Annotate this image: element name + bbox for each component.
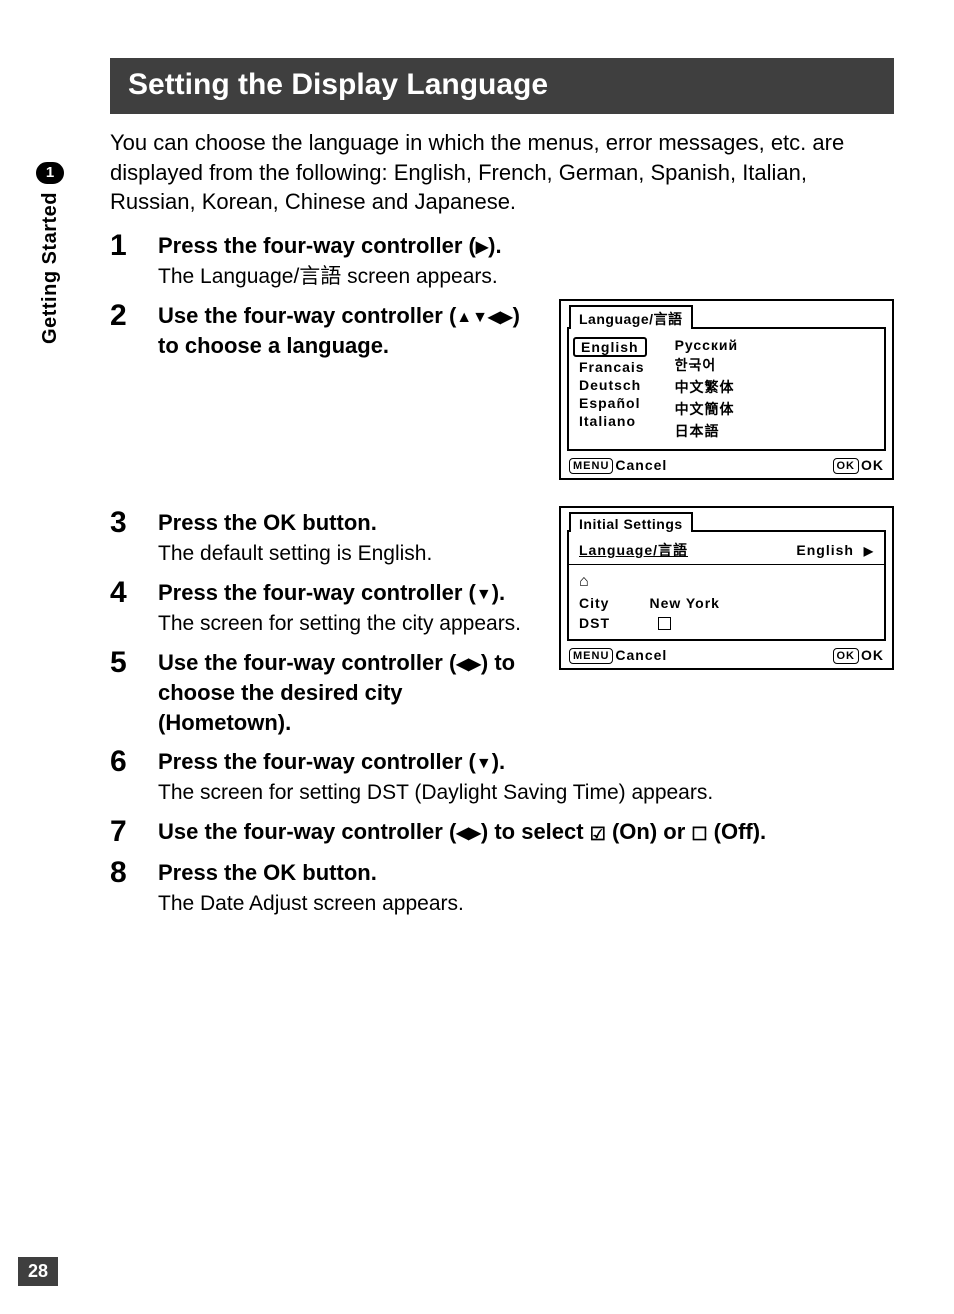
language-option: 中文繁体 (675, 377, 739, 397)
step-number: 8 (110, 856, 158, 889)
city-row-label: City (579, 595, 609, 611)
step-number: 2 (110, 299, 158, 332)
ok-button-icon: OK (833, 648, 860, 664)
language-row-label: Language/言語 (579, 540, 688, 560)
step-3: 3 Press the OK button. The default setti… (110, 506, 541, 568)
language-option-selected: English (573, 337, 647, 357)
left-right-arrows-icon: ◀▶ (456, 825, 481, 842)
step-description: The screen for setting DST (Daylight Sav… (158, 779, 894, 807)
left-right-arrows-icon: ◀▶ (456, 656, 481, 673)
step-heading: Use the four-way controller (◀▶) to choo… (158, 648, 541, 737)
language-option: Francais (579, 359, 647, 375)
section-title: Setting the Display Language (110, 58, 894, 114)
step-5: 5 Use the four-way controller (◀▶) to ch… (110, 646, 541, 737)
step-number: 6 (110, 745, 158, 778)
down-arrow-icon: ▼ (476, 586, 492, 603)
step-heading: Press the four-way controller (▼). (158, 578, 541, 608)
language-screen-figure: Language/言語 English Francais Deutsch Esp… (559, 299, 894, 480)
step-description: The screen for setting the city appears. (158, 610, 541, 638)
dst-checkbox-empty-icon (658, 617, 671, 630)
step-heading: Press the OK button. (158, 508, 541, 538)
ok-ok-label: OKOK (833, 457, 885, 474)
language-row-value: English ▶ (796, 542, 874, 558)
step-number: 7 (110, 815, 158, 848)
down-arrow-icon: ▼ (476, 755, 492, 772)
menu-button-icon: MENU (569, 458, 613, 474)
step-heading: Use the four-way controller (▲▼◀▶) to ch… (158, 301, 541, 360)
figure-title: Language/言語 (569, 305, 693, 329)
language-option: Deutsch (579, 377, 647, 393)
figure-title: Initial Settings (569, 512, 693, 532)
chapter-number-badge: 1 (36, 162, 64, 184)
language-option: Русский (675, 337, 739, 353)
language-option: 한국어 (675, 355, 739, 375)
menu-cancel-label: MENUCancel (569, 457, 667, 474)
step-6: 6 Press the four-way controller (▼). The… (110, 745, 894, 807)
step-number: 1 (110, 229, 158, 262)
ok-button-label: OK (263, 510, 296, 535)
ok-button-icon: OK (833, 458, 860, 474)
language-option: 中文簡体 (675, 399, 739, 419)
step-number: 4 (110, 576, 158, 609)
initial-settings-figure: Initial Settings Language/言語 English ▶ C… (559, 506, 894, 670)
step-heading: Press the four-way controller (▼). (158, 747, 894, 777)
step-heading: Press the four-way controller (▶). (158, 231, 894, 261)
checkbox-off-icon (691, 819, 707, 844)
step-heading: Press the OK button. (158, 858, 894, 888)
chapter-title: Getting Started (39, 192, 62, 344)
language-option: 日本語 (675, 421, 739, 441)
language-option: Italiano (579, 413, 647, 429)
step-number: 5 (110, 646, 158, 679)
chapter-tab: 1 Getting Started (30, 162, 70, 344)
step-1: 1 Press the four-way controller (▶). The… (110, 229, 894, 291)
ok-button-label: OK (263, 860, 296, 885)
dst-row-label: DST (579, 615, 610, 631)
language-option: Español (579, 395, 647, 411)
step-description: The default setting is English. (158, 540, 541, 568)
home-icon (579, 573, 589, 591)
step-4: 4 Press the four-way controller (▼). The… (110, 576, 541, 638)
city-row-value: New York (649, 595, 720, 611)
page-number: 28 (18, 1257, 58, 1286)
ok-ok-label: OKOK (833, 647, 885, 664)
four-way-arrows-icon: ▲▼◀▶ (456, 309, 512, 326)
step-8: 8 Press the OK button. The Date Adjust s… (110, 856, 894, 918)
menu-cancel-label: MENUCancel (569, 647, 667, 664)
right-arrow-icon: ▶ (476, 239, 488, 256)
step-description: The Language/言語 screen appears. (158, 263, 894, 291)
step-heading: Use the four-way controller (◀▶) to sele… (158, 817, 894, 847)
step-2: 2 Use the four-way controller (▲▼◀▶) to … (110, 299, 541, 360)
intro-paragraph: You can choose the language in which the… (110, 128, 894, 217)
step-7: 7 Use the four-way controller (◀▶) to se… (110, 815, 894, 848)
right-triangle-icon: ▶ (864, 544, 874, 558)
checkbox-on-icon (590, 819, 606, 844)
step-description: The Date Adjust screen appears. (158, 890, 894, 918)
menu-button-icon: MENU (569, 648, 613, 664)
step-number: 3 (110, 506, 158, 539)
